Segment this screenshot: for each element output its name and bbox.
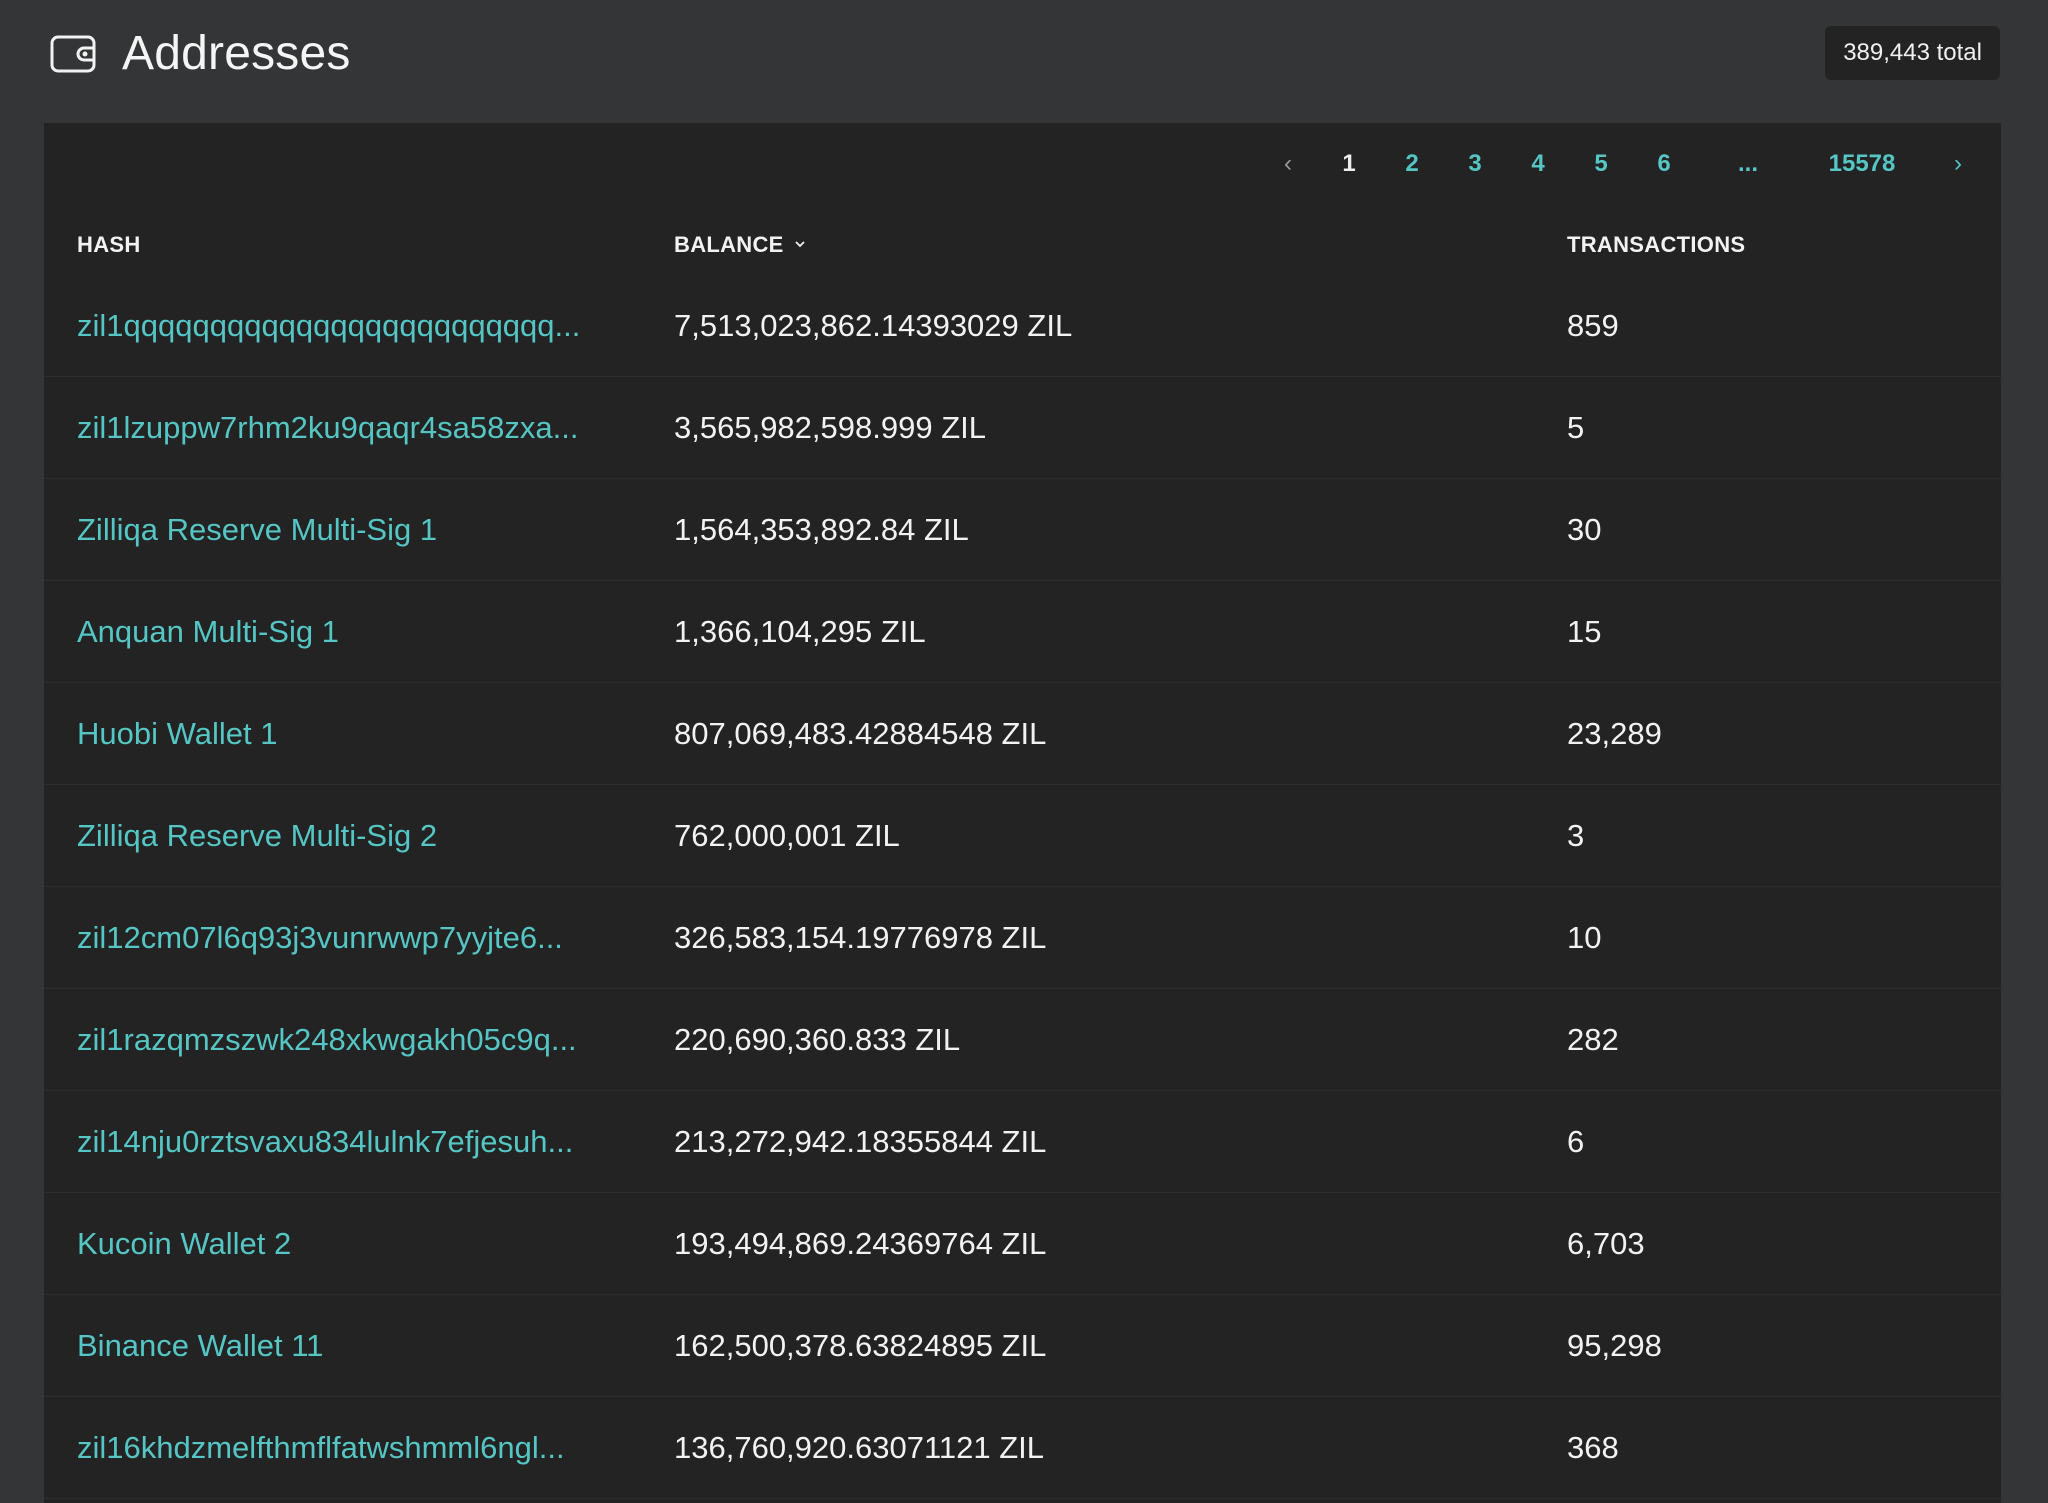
column-header-transactions: TRANSACTIONS	[1567, 232, 1746, 257]
address-balance: 136,760,920.63071121 ZIL	[674, 1430, 1045, 1465]
addresses-panel: ‹ 1 2 3 4 5 6 ... 15578 › HASH BALANCE T…	[44, 123, 2001, 1503]
page-header: Addresses 389,443 total	[44, 18, 2000, 90]
pagination-prev-button[interactable]: ‹	[1284, 139, 1292, 189]
address-hash-link[interactable]: zil1razqmzszwk248xkwgakh05c9q...	[77, 989, 651, 1090]
address-balance: 1,366,104,295 ZIL	[674, 614, 926, 649]
address-transactions: 95,298	[1567, 1328, 1662, 1363]
address-transactions: 30	[1567, 512, 1602, 547]
pagination-page-2[interactable]: 2	[1405, 139, 1418, 189]
table-row: zil1lzuppw7rhm2ku9qaqr4sa58zxa... 3,565,…	[44, 377, 2001, 479]
address-balance: 162,500,378.63824895 ZIL	[674, 1328, 1047, 1363]
table-row: zil1razqmzszwk248xkwgakh05c9q... 220,690…	[44, 989, 2001, 1091]
pagination-page-3[interactable]: 3	[1468, 139, 1481, 189]
table-row: Zilliqa Reserve Multi-Sig 1 1,564,353,89…	[44, 479, 2001, 581]
pagination-ellipsis[interactable]: ...	[1738, 139, 1758, 189]
address-hash-link[interactable]: Kucoin Wallet 2	[77, 1193, 651, 1294]
table-row: zil14nju0rztsvaxu834lulnk7efjesuh... 213…	[44, 1091, 2001, 1193]
address-transactions: 10	[1567, 920, 1602, 955]
address-balance: 193,494,869.24369764 ZIL	[674, 1226, 1047, 1261]
address-hash-link[interactable]: zil1qqqqqqqqqqqqqqqqqqqqqqqqq...	[77, 275, 651, 376]
pagination-page-4[interactable]: 4	[1531, 139, 1544, 189]
address-hash-link[interactable]: zil14nju0rztsvaxu834lulnk7efjesuh...	[77, 1091, 651, 1192]
total-count-badge: 389,443 total	[1825, 26, 2000, 80]
address-hash-link[interactable]: Anquan Multi-Sig 1	[77, 581, 651, 682]
address-balance: 807,069,483.42884548 ZIL	[674, 716, 1047, 751]
address-hash-link[interactable]: zil1lzuppw7rhm2ku9qaqr4sa58zxa...	[77, 377, 651, 478]
pagination-page-6[interactable]: 6	[1657, 139, 1670, 189]
address-transactions: 23,289	[1567, 716, 1662, 751]
pagination-last-page[interactable]: 15578	[1829, 139, 1896, 189]
address-balance: 1,564,353,892.84 ZIL	[674, 512, 969, 547]
address-transactions: 368	[1567, 1430, 1619, 1465]
address-transactions: 5	[1567, 410, 1585, 445]
table-row: Huobi Wallet 1 807,069,483.42884548 ZIL …	[44, 683, 2001, 785]
table-row: zil1qqqqqqqqqqqqqqqqqqqqqqqqq... 7,513,0…	[44, 275, 2001, 377]
addresses-table: zil1qqqqqqqqqqqqqqqqqqqqqqqqq... 7,513,0…	[44, 275, 2001, 1499]
table-row: zil12cm07l6q93j3vunrwwp7yyjte6... 326,58…	[44, 887, 2001, 989]
address-balance: 762,000,001 ZIL	[674, 818, 900, 853]
page-title: Addresses	[122, 27, 351, 80]
address-hash-link[interactable]: Huobi Wallet 1	[77, 683, 651, 784]
pagination-page-5[interactable]: 5	[1594, 139, 1607, 189]
address-transactions: 282	[1567, 1022, 1619, 1057]
address-transactions: 6	[1567, 1124, 1585, 1159]
table-header: HASH BALANCE TRANSACTIONS	[44, 215, 2001, 275]
address-transactions: 3	[1567, 818, 1585, 853]
column-header-hash: HASH	[77, 232, 141, 257]
address-transactions: 6,703	[1567, 1226, 1645, 1261]
address-balance: 7,513,023,862.14393029 ZIL	[674, 308, 1073, 343]
table-row: Zilliqa Reserve Multi-Sig 2 762,000,001 …	[44, 785, 2001, 887]
address-transactions: 15	[1567, 614, 1602, 649]
table-row: Kucoin Wallet 2 193,494,869.24369764 ZIL…	[44, 1193, 2001, 1295]
table-row: Anquan Multi-Sig 1 1,366,104,295 ZIL 15	[44, 581, 2001, 683]
column-header-balance-label: BALANCE	[674, 232, 784, 257]
table-row: zil16khdzmelfthmflfatwshmml6ngl... 136,7…	[44, 1397, 2001, 1499]
address-balance: 220,690,360.833 ZIL	[674, 1022, 961, 1057]
wallet-icon	[50, 35, 96, 73]
column-header-balance[interactable]: BALANCE	[674, 215, 806, 275]
pagination-next-button[interactable]: ›	[1954, 139, 1962, 189]
address-hash-link[interactable]: zil12cm07l6q93j3vunrwwp7yyjte6...	[77, 887, 651, 988]
address-transactions: 859	[1567, 308, 1619, 343]
table-row: Binance Wallet 11 162,500,378.63824895 Z…	[44, 1295, 2001, 1397]
address-hash-link[interactable]: Zilliqa Reserve Multi-Sig 1	[77, 479, 651, 580]
address-balance: 326,583,154.19776978 ZIL	[674, 920, 1047, 955]
pagination-page-1[interactable]: 1	[1342, 139, 1355, 189]
address-balance: 213,272,942.18355844 ZIL	[674, 1124, 1047, 1159]
chevron-down-icon[interactable]	[794, 238, 806, 250]
address-hash-link[interactable]: Zilliqa Reserve Multi-Sig 2	[77, 785, 651, 886]
address-balance: 3,565,982,598.999 ZIL	[674, 410, 986, 445]
address-hash-link[interactable]: zil16khdzmelfthmflfatwshmml6ngl...	[77, 1397, 651, 1498]
address-hash-link[interactable]: Binance Wallet 11	[77, 1295, 651, 1396]
pagination: ‹ 1 2 3 4 5 6 ... 15578 ›	[44, 139, 2001, 189]
